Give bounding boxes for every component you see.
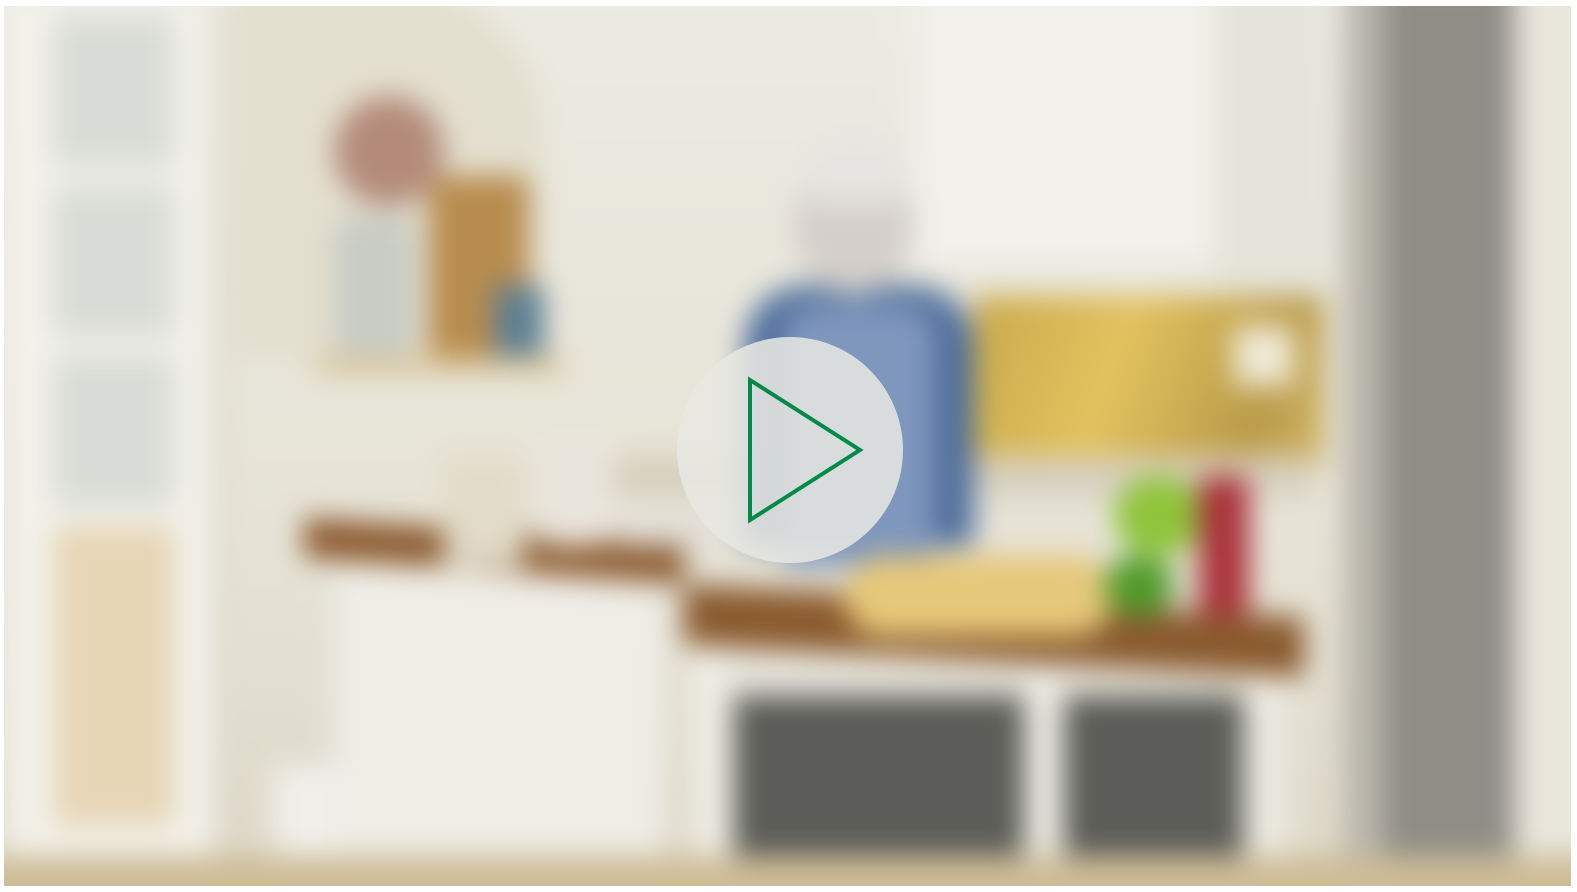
play-button[interactable] xyxy=(677,337,903,563)
video-player[interactable] xyxy=(4,6,1571,886)
play-icon xyxy=(748,376,864,524)
